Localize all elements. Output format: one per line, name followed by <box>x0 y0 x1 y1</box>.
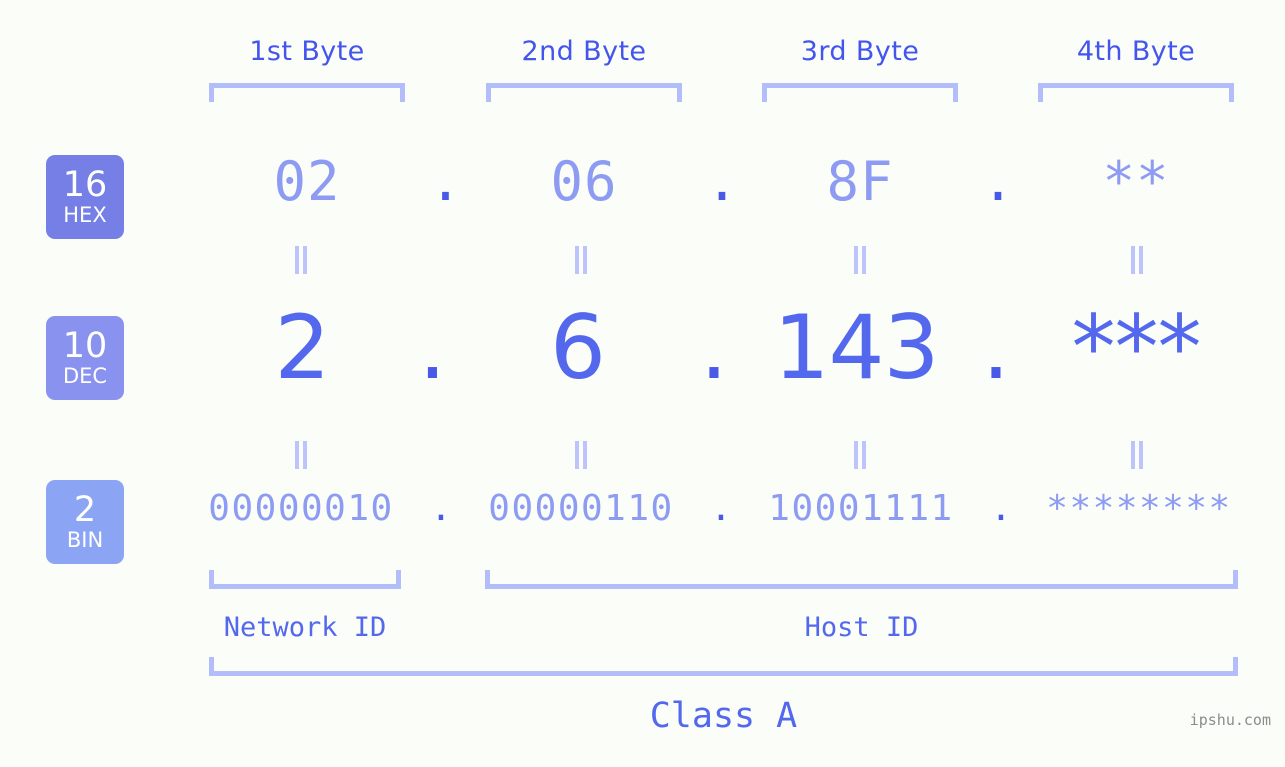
ip-breakdown-diagram: 1st Byte 2nd Byte 3rd Byte 4th Byte 16 H… <box>0 0 1285 767</box>
equals-mark-dec-bin-2 <box>572 441 590 469</box>
hex-octet-3: 8F <box>826 150 894 213</box>
host-id-bracket <box>485 570 1238 589</box>
byte-header-3: 3rd Byte <box>800 36 920 67</box>
bin-value-row: 00000010 . 00000110 . 10001111 . *******… <box>0 488 1285 558</box>
byte-bracket-1 <box>209 83 405 102</box>
dec-octet-4: *** <box>1071 296 1202 399</box>
hex-octet-4: ** <box>1102 150 1170 213</box>
byte-bracket-4 <box>1038 83 1234 102</box>
byte-header-2: 2nd Byte <box>521 36 647 67</box>
hex-separator-3: . <box>981 150 1015 213</box>
dec-separator-2: . <box>700 296 728 399</box>
bin-separator-3: . <box>990 488 1012 529</box>
site-watermark: ipshu.com <box>1189 711 1271 729</box>
byte-bracket-3 <box>762 83 958 102</box>
hex-value-row: 02 . 06 . 8F . ** <box>0 150 1285 240</box>
dec-octet-2: 6 <box>550 296 606 399</box>
host-id-label: Host ID <box>804 612 919 643</box>
bin-octet-2: 00000110 <box>488 488 674 529</box>
bin-octet-3: 10001111 <box>768 488 954 529</box>
dec-separator-1: . <box>418 296 447 399</box>
dec-octet-3: 143 <box>773 296 940 399</box>
equals-mark-dec-bin-3 <box>851 441 869 469</box>
class-bracket <box>209 657 1238 676</box>
hex-separator-1: . <box>429 150 462 213</box>
equals-mark-dec-bin-4 <box>1128 441 1146 469</box>
equals-mark-dec-bin-1 <box>292 441 310 469</box>
equals-mark-hex-dec-3 <box>851 246 869 274</box>
equals-mark-hex-dec-2 <box>572 246 590 274</box>
bin-separator-2: . <box>710 488 732 529</box>
byte-header-4: 4th Byte <box>1076 36 1196 67</box>
bin-separator-1: . <box>430 488 452 529</box>
equals-mark-hex-dec-4 <box>1128 246 1146 274</box>
bin-octet-4: ******** <box>1046 488 1232 529</box>
bin-octet-1: 00000010 <box>208 488 394 529</box>
dec-separator-3: . <box>982 296 1010 399</box>
hex-octet-2: 06 <box>550 150 618 213</box>
byte-header-1: 1st Byte <box>249 36 365 67</box>
dec-octet-1: 2 <box>274 296 331 399</box>
network-id-label: Network ID <box>223 612 387 643</box>
class-label: Class A <box>649 696 798 736</box>
hex-octet-1: 02 <box>273 150 341 213</box>
hex-separator-2: . <box>705 150 739 213</box>
network-id-bracket <box>209 570 401 589</box>
equals-mark-hex-dec-1 <box>292 246 310 274</box>
byte-bracket-2 <box>486 83 682 102</box>
dec-value-row: 2 . 6 . 143 . *** <box>0 296 1285 406</box>
